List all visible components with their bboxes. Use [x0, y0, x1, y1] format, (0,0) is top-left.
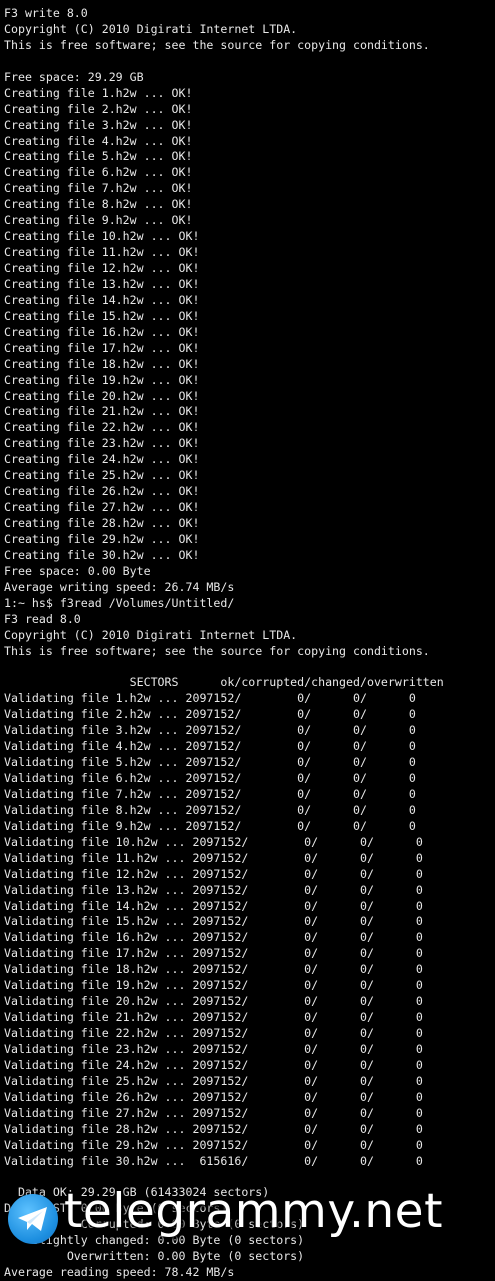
validate-result-line: Validating file 30.h2w ... 615616/ 0/ 0/… — [4, 1153, 423, 1168]
terminal-line: Free space: 0.00 Byte — [4, 563, 151, 578]
write-progress-line: Creating file 14.h2w ... OK! — [4, 292, 200, 307]
validate-result-line: Validating file 11.h2w ... 2097152/ 0/ 0… — [4, 850, 423, 865]
terminal-output: F3 write 8.0 Copyright (C) 2010 Digirati … — [4, 0, 493, 1281]
validate-result-line: Validating file 20.h2w ... 2097152/ 0/ 0… — [4, 994, 423, 1009]
validate-result-line: Validating file 18.h2w ... 2097152/ 0/ 0… — [4, 962, 423, 977]
write-progress-line: Creating file 17.h2w ... OK! — [4, 340, 200, 355]
validate-result-line: Validating file 16.h2w ... 2097152/ 0/ 0… — [4, 930, 423, 945]
write-progress-line: Creating file 11.h2w ... OK! — [4, 245, 200, 260]
write-progress-line: Creating file 15.h2w ... OK! — [4, 308, 200, 323]
write-progress-line: Creating file 18.h2w ... OK! — [4, 356, 200, 371]
validate-result-line: Validating file 28.h2w ... 2097152/ 0/ 0… — [4, 1121, 423, 1136]
write-progress-line: Creating file 4.h2w ... OK! — [4, 133, 193, 148]
write-progress-line: Creating file 28.h2w ... OK! — [4, 516, 200, 530]
write-progress-line: Creating file 23.h2w ... OK! — [4, 436, 200, 451]
validate-result-line: Validating file 19.h2w ... 2097152/ 0/ 0… — [4, 978, 423, 993]
terminal-line: Free space: 29.29 GB — [4, 69, 144, 84]
validate-result-line: Validating file 7.h2w ... 2097152/ 0/ 0/… — [4, 786, 416, 801]
write-progress-line: Creating file 20.h2w ... OK! — [4, 388, 200, 403]
validate-result-line: Validating file 26.h2w ... 2097152/ 0/ 0… — [4, 1089, 423, 1104]
validate-result-line: Validating file 6.h2w ... 2097152/ 0/ 0/… — [4, 771, 416, 785]
command-prompt-line: 1:~ hs$ f3read /Volumes/Untitled/ — [4, 595, 235, 610]
terminal-lines: F3 write 8.0 Copyright (C) 2010 Digirati … — [4, 6, 493, 1281]
validate-result-line: Validating file 23.h2w ... 2097152/ 0/ 0… — [4, 1041, 423, 1056]
terminal-line: Average writing speed: 26.74 MB/s — [4, 579, 235, 594]
validate-result-line: Validating file 13.h2w ... 2097152/ 0/ 0… — [4, 882, 423, 897]
write-progress-line: Creating file 27.h2w ... OK! — [4, 500, 200, 515]
validate-result-line: Validating file 9.h2w ... 2097152/ 0/ 0/… — [4, 818, 416, 833]
write-progress-line: Creating file 10.h2w ... OK! — [4, 229, 200, 244]
validate-result-line: Validating file 27.h2w ... 2097152/ 0/ 0… — [4, 1105, 423, 1120]
terminal-line: F3 read 8.0 — [4, 611, 81, 626]
validate-result-line: Validating file 2.h2w ... 2097152/ 0/ 0/… — [4, 707, 416, 722]
terminal-line: This is free software; see the source fo… — [4, 37, 430, 52]
terminal-line: Copyright (C) 2010 Digirati Internet LTD… — [4, 627, 298, 642]
write-progress-line: Creating file 5.h2w ... OK! — [4, 149, 193, 164]
write-progress-line: Creating file 12.h2w ... OK! — [4, 261, 200, 275]
write-progress-line: Creating file 29.h2w ... OK! — [4, 531, 200, 546]
write-progress-line: Creating file 19.h2w ... OK! — [4, 372, 200, 387]
validate-result-line: Validating file 25.h2w ... 2097152/ 0/ 0… — [4, 1073, 423, 1088]
validate-result-line: Validating file 3.h2w ... 2097152/ 0/ 0/… — [4, 723, 416, 738]
terminal-line: Overwritten: 0.00 Byte (0 sectors) — [4, 1249, 305, 1264]
terminal-line: SECTORS ok/corrupted/changed/overwritten — [4, 675, 444, 690]
write-progress-line: Creating file 2.h2w ... OK! — [4, 101, 193, 116]
previous-command-clipped — [4, 0, 493, 6]
write-progress-line: Creating file 22.h2w ... OK! — [4, 420, 200, 435]
write-progress-line: Creating file 6.h2w ... OK! — [4, 165, 193, 180]
terminal-line: F3 write 8.0 — [4, 6, 88, 20]
terminal-line: Slightly changed: 0.00 Byte (0 sectors) — [4, 1233, 305, 1248]
write-progress-line: Creating file 13.h2w ... OK! — [4, 276, 200, 291]
write-progress-line: Creating file 21.h2w ... OK! — [4, 404, 200, 419]
terminal-line: Average reading speed: 78.42 MB/s — [4, 1265, 235, 1280]
terminal-line: Data LOST: 0.00 Byte (0 sectors) — [4, 1201, 228, 1216]
write-progress-line: Creating file 1.h2w ... OK! — [4, 85, 193, 100]
validate-result-line: Validating file 15.h2w ... 2097152/ 0/ 0… — [4, 914, 423, 929]
validate-result-line: Validating file 29.h2w ... 2097152/ 0/ 0… — [4, 1137, 423, 1152]
terminal-line: This is free software; see the source fo… — [4, 643, 430, 658]
write-progress-line: Creating file 3.h2w ... OK! — [4, 117, 193, 132]
write-progress-line: Creating file 30.h2w ... OK! — [4, 547, 200, 562]
write-progress-line: Creating file 9.h2w ... OK! — [4, 213, 193, 228]
validate-result-line: Validating file 14.h2w ... 2097152/ 0/ 0… — [4, 898, 423, 913]
validate-result-line: Validating file 24.h2w ... 2097152/ 0/ 0… — [4, 1057, 423, 1072]
write-progress-line: Creating file 7.h2w ... OK! — [4, 181, 193, 196]
write-progress-line: Creating file 8.h2w ... OK! — [4, 197, 193, 212]
terminal-line: Copyright (C) 2010 Digirati Internet LTD… — [4, 21, 298, 36]
validate-result-line: Validating file 10.h2w ... 2097152/ 0/ 0… — [4, 834, 423, 849]
validate-result-line: Validating file 1.h2w ... 2097152/ 0/ 0/… — [4, 691, 416, 706]
write-progress-line: Creating file 26.h2w ... OK! — [4, 484, 200, 499]
validate-result-line: Validating file 12.h2w ... 2097152/ 0/ 0… — [4, 866, 423, 881]
write-progress-line: Creating file 16.h2w ... OK! — [4, 324, 200, 339]
terminal-line: Data OK: 29.29 GB (61433024 sectors) — [4, 1185, 270, 1200]
validate-result-line: Validating file 22.h2w ... 2097152/ 0/ 0… — [4, 1026, 423, 1040]
write-progress-line: Creating file 25.h2w ... OK! — [4, 468, 200, 483]
validate-result-line: Validating file 17.h2w ... 2097152/ 0/ 0… — [4, 946, 423, 961]
validate-result-line: Validating file 21.h2w ... 2097152/ 0/ 0… — [4, 1010, 423, 1025]
terminal-line: Corrupted: 0.00 Byte (0 sectors) — [4, 1217, 305, 1232]
validate-result-line: Validating file 5.h2w ... 2097152/ 0/ 0/… — [4, 755, 416, 770]
validate-result-line: Validating file 8.h2w ... 2097152/ 0/ 0/… — [4, 802, 416, 817]
validate-result-line: Validating file 4.h2w ... 2097152/ 0/ 0/… — [4, 739, 416, 754]
write-progress-line: Creating file 24.h2w ... OK! — [4, 452, 200, 467]
